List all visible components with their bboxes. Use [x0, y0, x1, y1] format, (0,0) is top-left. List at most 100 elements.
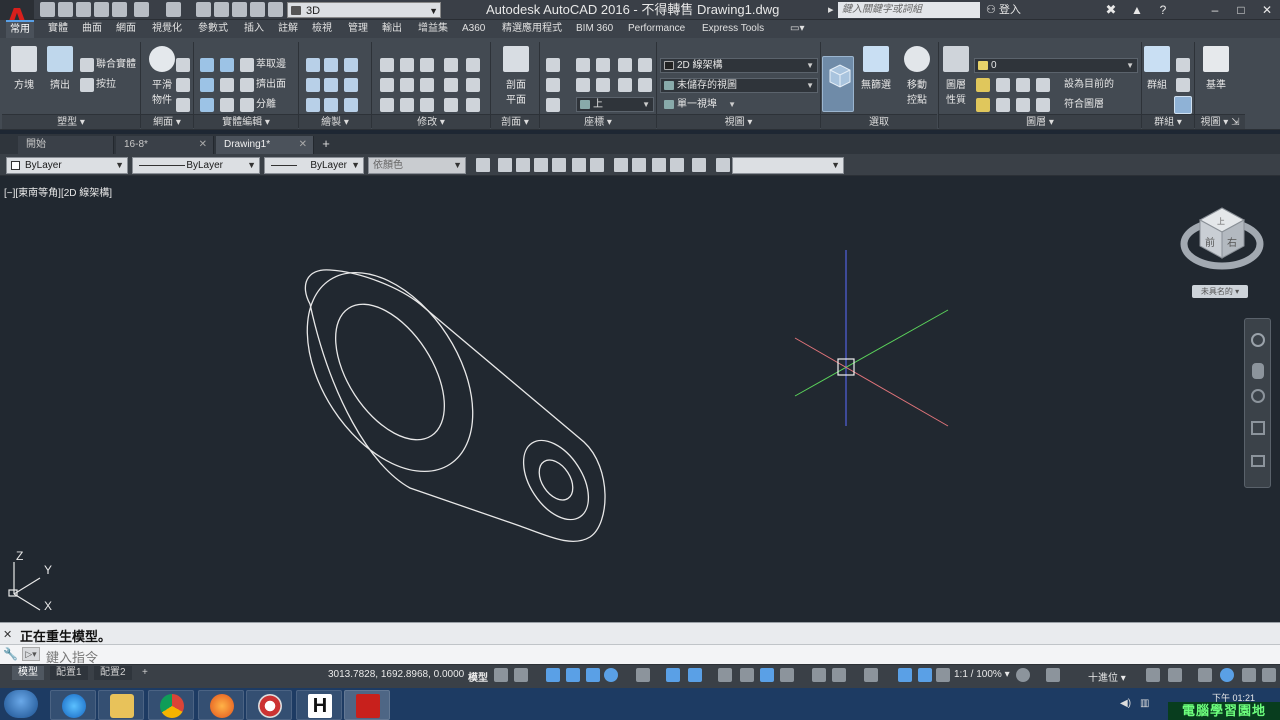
tab-featured-apps[interactable]: 精選應用程式	[498, 20, 566, 38]
helix-icon[interactable]	[324, 58, 338, 72]
polyline-icon[interactable]	[306, 58, 320, 72]
zoom-extents-icon[interactable]	[1251, 389, 1265, 403]
extrude-button[interactable]: 擠出	[40, 42, 80, 104]
ribbon-minimize-icon[interactable]: ▭▾	[786, 20, 808, 38]
extract-edges-label[interactable]: 萃取邊	[256, 58, 286, 72]
print-icon[interactable]	[112, 2, 127, 17]
drawing-canvas[interactable]: Z Y X 上 前 右	[0, 176, 1280, 622]
layer-lock-icon[interactable]	[1036, 78, 1050, 92]
ucs-object-icon[interactable]	[638, 58, 652, 72]
mesh-smooth-less-icon[interactable]	[176, 78, 190, 92]
layout-tab-layout1[interactable]: 配置1	[50, 666, 88, 680]
view-back-icon[interactable]	[590, 158, 604, 172]
taskbar-autocad[interactable]	[344, 690, 390, 720]
layout-tab-model[interactable]: 模型	[12, 666, 44, 680]
rect-array-icon[interactable]	[466, 98, 480, 112]
new-tab-button[interactable]: +	[318, 136, 334, 152]
customize-wrench-icon[interactable]: 🔧	[3, 647, 18, 661]
align-icon[interactable]	[444, 58, 458, 72]
ucs-z-icon[interactable]	[638, 78, 652, 92]
panel-coordinates[interactable]: 座標 ▾	[540, 114, 656, 129]
group-select-icon[interactable]	[1174, 96, 1192, 114]
clean-screen-icon[interactable]	[1242, 668, 1256, 682]
view-se-iso-icon[interactable]	[632, 158, 646, 172]
annotative-icon[interactable]	[936, 668, 950, 682]
taskbar-firefox[interactable]	[198, 690, 244, 720]
scale-icon[interactable]	[420, 98, 434, 112]
ucs-3point-icon[interactable]	[596, 58, 610, 72]
union-icon[interactable]	[80, 58, 94, 72]
gizmo-toggle-icon[interactable]	[780, 668, 794, 682]
properties-icon[interactable]	[232, 2, 247, 17]
view-bottom-icon[interactable]	[516, 158, 530, 172]
large-hole[interactable]	[313, 285, 466, 458]
panel-groups[interactable]: 群組 ▾	[1142, 114, 1194, 129]
group-edit-icon[interactable]	[1176, 78, 1190, 92]
ucs-face-icon[interactable]	[596, 78, 610, 92]
customization-menu-icon[interactable]	[1262, 668, 1276, 682]
tab-bim360[interactable]: BIM 360	[572, 20, 617, 38]
file-tab-drawing1[interactable]: Drawing1* ✕	[216, 136, 314, 154]
view-left-icon[interactable]	[534, 158, 548, 172]
layout-tab-layout2[interactable]: 配置2	[94, 666, 132, 680]
box-button[interactable]: 方塊	[4, 42, 44, 104]
mirror-icon[interactable]	[444, 78, 458, 92]
3d-object-snap-icon[interactable]	[688, 668, 702, 682]
circle-icon[interactable]	[344, 78, 358, 92]
smooth-object-button[interactable]: 平滑 物件	[142, 42, 182, 106]
annotation-scale-icon[interactable]	[918, 668, 932, 682]
new-file-icon[interactable]	[40, 2, 55, 17]
undo-icon[interactable]	[134, 2, 149, 17]
layer-unlock-icon[interactable]	[1036, 98, 1050, 112]
redo-icon[interactable]	[166, 2, 181, 17]
volume-icon[interactable]: ◀)	[1120, 698, 1131, 709]
match-layer-label[interactable]: 符合圖層	[1064, 98, 1104, 112]
help-icon[interactable]: ?	[1150, 0, 1176, 20]
orbit-icon[interactable]	[1251, 421, 1265, 435]
view-ne-iso-icon[interactable]	[652, 158, 666, 172]
maximize-button[interactable]: □	[1228, 0, 1254, 20]
ucs-named-icon[interactable]	[546, 98, 560, 112]
3d-scale-icon[interactable]	[444, 98, 458, 112]
small-boss-outer[interactable]	[510, 429, 602, 531]
tab-annotate[interactable]: 註解	[274, 20, 302, 38]
solid-subtract-icon[interactable]	[220, 58, 234, 72]
extrude-faces-icon[interactable]	[240, 78, 254, 92]
move-icon[interactable]	[380, 58, 394, 72]
plot-icon[interactable]	[196, 2, 211, 17]
small-hole[interactable]	[532, 454, 579, 506]
ucs-view-icon[interactable]	[576, 78, 590, 92]
workspace-gear-icon[interactable]	[1016, 668, 1030, 682]
sign-in-button[interactable]: ⚇ 登入	[986, 2, 1021, 18]
3d-move-icon[interactable]	[400, 58, 414, 72]
no-filter-button[interactable]: 無篩選	[856, 42, 896, 104]
extract-edges-icon[interactable]	[240, 58, 254, 72]
bracket-outline[interactable]	[304, 269, 606, 542]
selection-cycling-icon[interactable]	[760, 668, 774, 682]
solid-union-icon[interactable]	[200, 58, 214, 72]
panel-view[interactable]: 視圖 ▾	[657, 114, 820, 129]
layer-off-icon[interactable]	[976, 78, 990, 92]
3d-rotate-icon[interactable]	[420, 58, 434, 72]
taskbar-chrome[interactable]	[148, 690, 194, 720]
ucs-origin-icon[interactable]	[576, 58, 590, 72]
visual-style-select[interactable]: 2D 線架構 ▼	[660, 58, 818, 73]
exchange-icon[interactable]: ✖	[1098, 0, 1124, 20]
tab-output[interactable]: 輸出	[378, 20, 406, 38]
layer-properties-button[interactable]: 圖層 性質	[940, 42, 972, 106]
ucs-world-icon[interactable]	[546, 78, 560, 92]
tab-insert[interactable]: 插入	[240, 20, 268, 38]
tab-parametric[interactable]: 參數式	[194, 20, 232, 38]
move-gizmo-button[interactable]: 移動 控點	[898, 42, 936, 106]
tab-a360[interactable]: A360	[458, 20, 489, 38]
view-top-icon[interactable]	[498, 158, 512, 172]
taskbar-ie[interactable]	[50, 690, 96, 720]
bracket-part[interactable]	[273, 243, 606, 542]
line-icon[interactable]	[324, 78, 338, 92]
tab-view[interactable]: 檢視	[308, 20, 336, 38]
toolbar-select[interactable]: ▼	[732, 157, 844, 174]
saved-view-select[interactable]: 未儲存的視圖 ▼	[660, 78, 818, 93]
tab-express-tools[interactable]: Express Tools	[698, 20, 768, 38]
close-icon[interactable]: ✕	[3, 628, 12, 641]
panel-modeling[interactable]: 塑型 ▾	[2, 114, 140, 129]
